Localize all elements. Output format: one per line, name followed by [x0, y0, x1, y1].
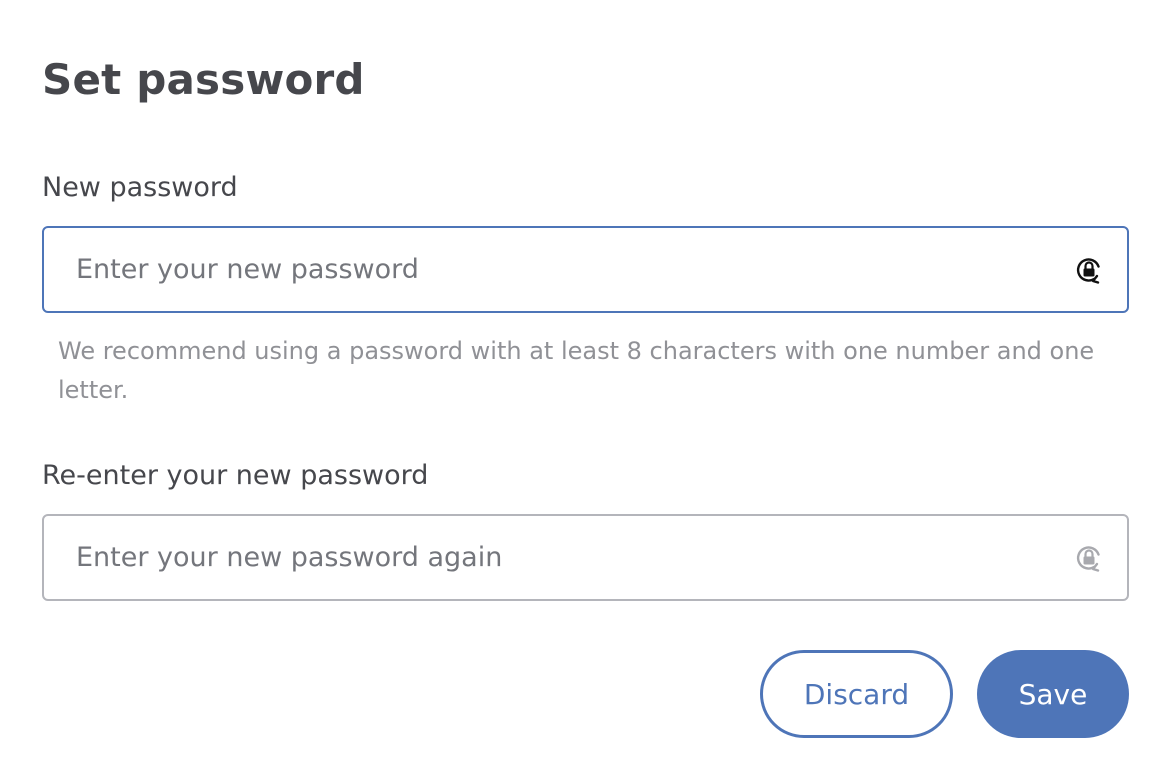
save-button[interactable]: Save	[977, 650, 1129, 738]
confirm-password-input[interactable]	[76, 516, 1036, 599]
confirm-password-field-box[interactable]	[42, 514, 1129, 601]
new-password-input[interactable]	[76, 228, 1036, 311]
lock-rotate-icon[interactable]	[1073, 542, 1105, 574]
confirm-password-label: Re-enter your new password	[42, 460, 429, 491]
new-password-label: New password	[42, 172, 238, 203]
password-hint: We recommend using a password with at le…	[58, 337, 1095, 404]
page-title: Set password	[42, 55, 365, 104]
new-password-field-box[interactable]	[42, 226, 1129, 313]
discard-button[interactable]: Discard	[760, 650, 953, 738]
lock-rotate-icon[interactable]	[1073, 254, 1105, 286]
set-password-dialog: Set password New password We recommend u…	[0, 0, 1174, 776]
